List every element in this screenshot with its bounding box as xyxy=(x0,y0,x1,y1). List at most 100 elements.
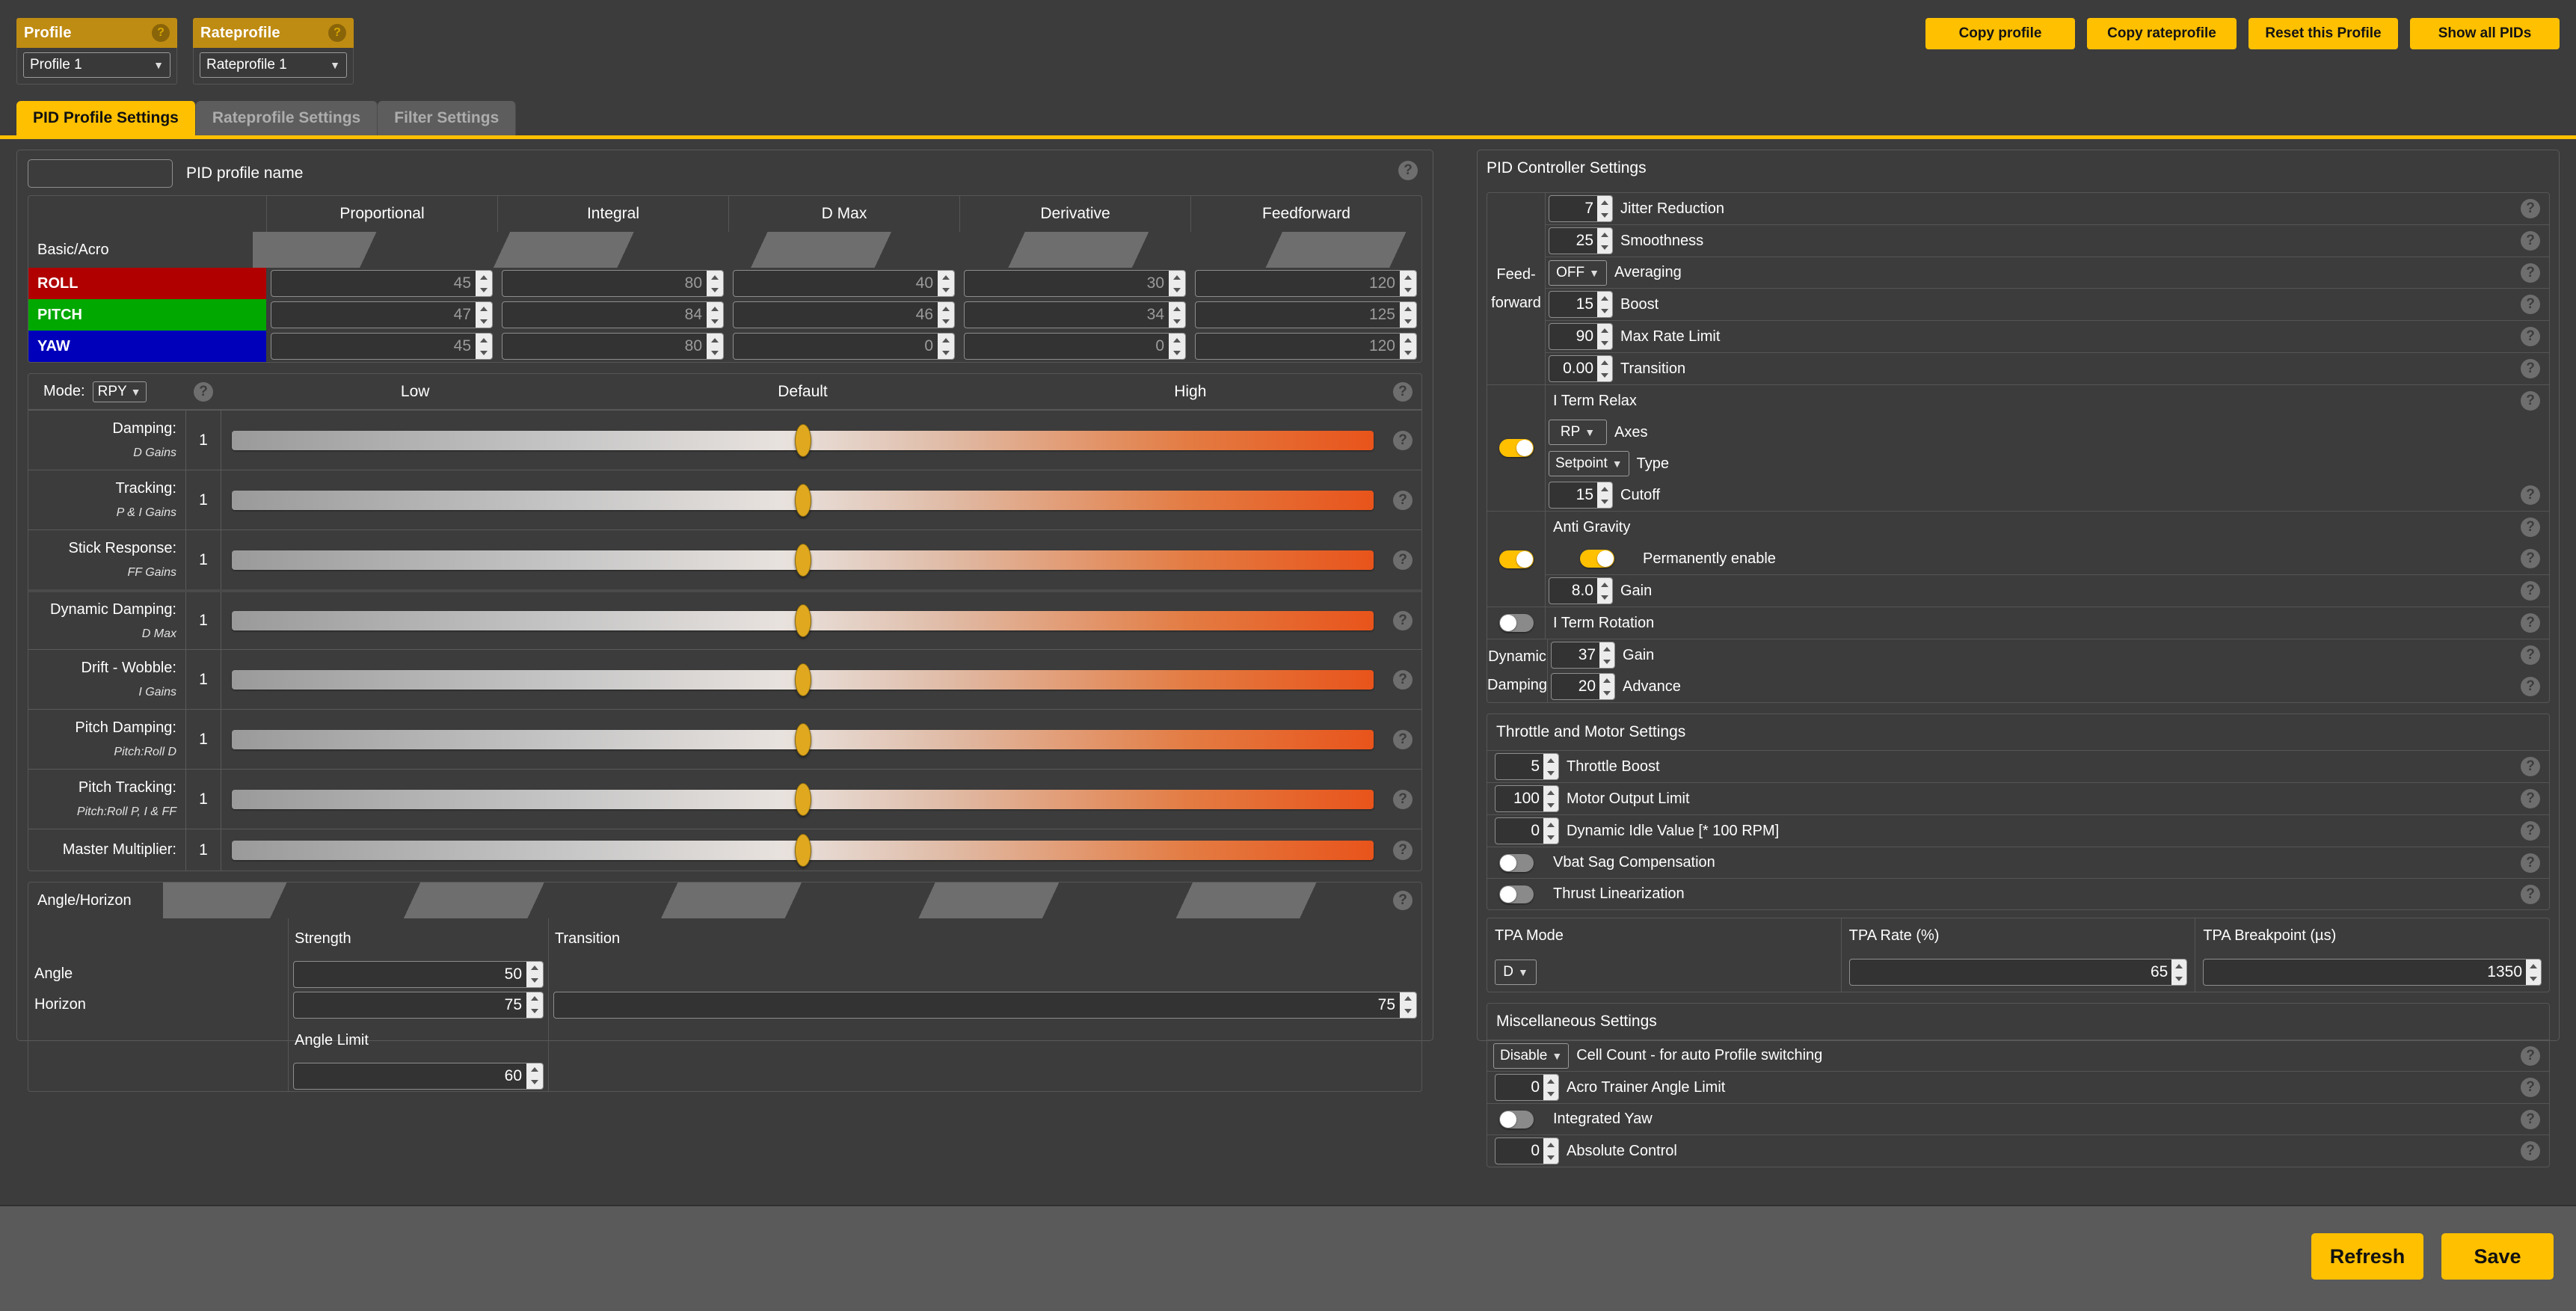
iterm-type-select[interactable]: Setpoint ▼ xyxy=(1549,451,1629,476)
cell-count-select[interactable]: Disable ▼ xyxy=(1493,1043,1570,1069)
dynamic-damping-advance-stepper[interactable]: 20 xyxy=(1551,673,1616,700)
pitch-d-stepper[interactable]: 34 xyxy=(964,301,1186,328)
stepper-arrows-icon[interactable] xyxy=(1543,1075,1558,1100)
slider-track[interactable] xyxy=(232,722,1374,756)
stepper-arrows-icon[interactable] xyxy=(707,302,723,328)
help-icon[interactable]: ? xyxy=(1393,611,1413,630)
stepper-arrows-icon[interactable] xyxy=(1543,754,1558,779)
stepper-arrows-icon[interactable] xyxy=(938,271,954,296)
stepper-arrows-icon[interactable] xyxy=(707,334,723,359)
slider-handle[interactable] xyxy=(794,423,811,457)
help-icon[interactable]: ? xyxy=(2521,485,2540,505)
stepper-arrows-icon[interactable] xyxy=(1543,818,1558,844)
slider-track[interactable] xyxy=(232,543,1374,577)
stepper-arrows-icon[interactable] xyxy=(476,334,492,359)
stepper-arrows-icon[interactable] xyxy=(938,334,954,359)
help-icon[interactable]: ? xyxy=(2521,884,2540,904)
angle-strength-stepper[interactable]: 50 xyxy=(293,960,544,988)
stepper-arrows-icon[interactable] xyxy=(1597,482,1612,508)
help-icon[interactable]: ? xyxy=(2521,789,2540,808)
roll-i-stepper[interactable]: 80 xyxy=(502,270,724,297)
averaging-select[interactable]: OFF ▼ xyxy=(1549,260,1607,286)
roll-p-stepper[interactable]: 45 xyxy=(271,270,493,297)
tab-pid-profile-settings[interactable]: PID Profile Settings xyxy=(16,101,196,135)
help-icon[interactable]: ? xyxy=(2521,757,2540,776)
stepper-arrows-icon[interactable] xyxy=(2526,960,2542,985)
help-icon[interactable]: ? xyxy=(2521,359,2540,378)
stepper-arrows-icon[interactable] xyxy=(526,1063,543,1089)
copy-rateprofile-button[interactable]: Copy rateprofile xyxy=(2087,18,2237,49)
max-rate-limit-stepper[interactable]: 90 xyxy=(1549,323,1613,350)
pitch-dmax-stepper[interactable]: 46 xyxy=(733,301,955,328)
iterm-cutoff-stepper[interactable]: 15 xyxy=(1549,482,1613,509)
smoothness-stepper[interactable]: 25 xyxy=(1549,227,1613,254)
transition-stepper[interactable]: 0.00 xyxy=(1549,355,1613,382)
stepper-arrows-icon[interactable] xyxy=(1169,334,1185,359)
stepper-arrows-icon[interactable] xyxy=(1169,271,1185,296)
help-icon[interactable]: ? xyxy=(1393,430,1413,450)
stepper-arrows-icon[interactable] xyxy=(1597,292,1612,317)
help-icon[interactable]: ? xyxy=(328,24,346,42)
yaw-i-stepper[interactable]: 80 xyxy=(502,333,724,360)
integrated-yaw-toggle[interactable] xyxy=(1499,1110,1534,1129)
slider-handle[interactable] xyxy=(794,722,811,756)
copy-profile-button[interactable]: Copy profile xyxy=(1925,18,2075,49)
yaw-p-stepper[interactable]: 45 xyxy=(271,333,493,360)
stepper-arrows-icon[interactable] xyxy=(1543,786,1558,811)
stepper-arrows-icon[interactable] xyxy=(526,992,543,1018)
stepper-arrows-icon[interactable] xyxy=(1597,356,1612,381)
help-icon[interactable]: ? xyxy=(2521,391,2540,411)
slider-track[interactable] xyxy=(232,782,1374,816)
stepper-arrows-icon[interactable] xyxy=(1543,1138,1558,1164)
slider-handle[interactable] xyxy=(794,483,811,517)
stepper-arrows-icon[interactable] xyxy=(1169,302,1185,328)
stepper-arrows-icon[interactable] xyxy=(526,961,543,987)
help-icon[interactable]: ? xyxy=(1393,789,1413,809)
stepper-arrows-icon[interactable] xyxy=(938,302,954,328)
stepper-arrows-icon[interactable] xyxy=(707,271,723,296)
slider-track[interactable] xyxy=(232,483,1374,517)
help-icon[interactable]: ? xyxy=(2521,677,2540,696)
vbat-sag-compensation-toggle[interactable] xyxy=(1499,853,1534,872)
pitch-i-stepper[interactable]: 84 xyxy=(502,301,724,328)
yaw-dmax-stepper[interactable]: 0 xyxy=(733,333,955,360)
slider-track[interactable] xyxy=(232,423,1374,457)
help-icon[interactable]: ? xyxy=(2521,327,2540,346)
anti-gravity-gain-stepper[interactable]: 8.0 xyxy=(1549,577,1613,604)
angle-limit-stepper[interactable]: 60 xyxy=(293,1062,544,1090)
help-icon[interactable]: ? xyxy=(2521,549,2540,568)
show-all-pids-button[interactable]: Show all PIDs xyxy=(2410,18,2560,49)
horizon-strength-stepper[interactable]: 75 xyxy=(293,991,544,1019)
stepper-arrows-icon[interactable] xyxy=(1400,992,1416,1018)
help-icon[interactable]: ? xyxy=(2521,262,2540,283)
slider-mode-select[interactable]: RPY ▼ xyxy=(92,381,147,402)
stepper-arrows-icon[interactable] xyxy=(476,271,492,296)
pitch-p-stepper[interactable]: 47 xyxy=(271,301,493,328)
stepper-arrows-icon[interactable] xyxy=(2171,960,2187,985)
iterm-relax-toggle[interactable] xyxy=(1498,439,1534,457)
stepper-arrows-icon[interactable] xyxy=(1400,271,1416,296)
help-icon[interactable]: ? xyxy=(2521,1141,2540,1161)
slider-handle[interactable] xyxy=(794,833,811,867)
help-icon[interactable]: ? xyxy=(1393,891,1413,910)
help-icon[interactable]: ? xyxy=(1393,550,1413,570)
boost-stepper[interactable]: 15 xyxy=(1549,291,1613,318)
help-icon[interactable]: ? xyxy=(1393,840,1413,860)
roll-ff-stepper[interactable]: 120 xyxy=(1195,270,1417,297)
permanently-enable-toggle[interactable] xyxy=(1580,550,1614,568)
slider-handle[interactable] xyxy=(794,782,811,816)
slider-handle[interactable] xyxy=(794,663,811,696)
help-icon[interactable]: ? xyxy=(194,381,213,402)
roll-dmax-stepper[interactable]: 40 xyxy=(733,270,955,297)
help-icon[interactable]: ? xyxy=(2521,1046,2540,1066)
stepper-arrows-icon[interactable] xyxy=(1597,228,1612,254)
stepper-arrows-icon[interactable] xyxy=(1597,578,1612,604)
help-icon[interactable]: ? xyxy=(2521,295,2540,314)
tpa-rate-stepper[interactable]: 65 xyxy=(1848,959,2188,986)
stepper-arrows-icon[interactable] xyxy=(1599,642,1615,668)
thrust-linearization-toggle[interactable] xyxy=(1499,885,1534,903)
help-icon[interactable]: ? xyxy=(2521,821,2540,841)
stepper-arrows-icon[interactable] xyxy=(1597,324,1612,349)
roll-d-stepper[interactable]: 30 xyxy=(964,270,1186,297)
save-button[interactable]: Save xyxy=(2441,1233,2554,1280)
